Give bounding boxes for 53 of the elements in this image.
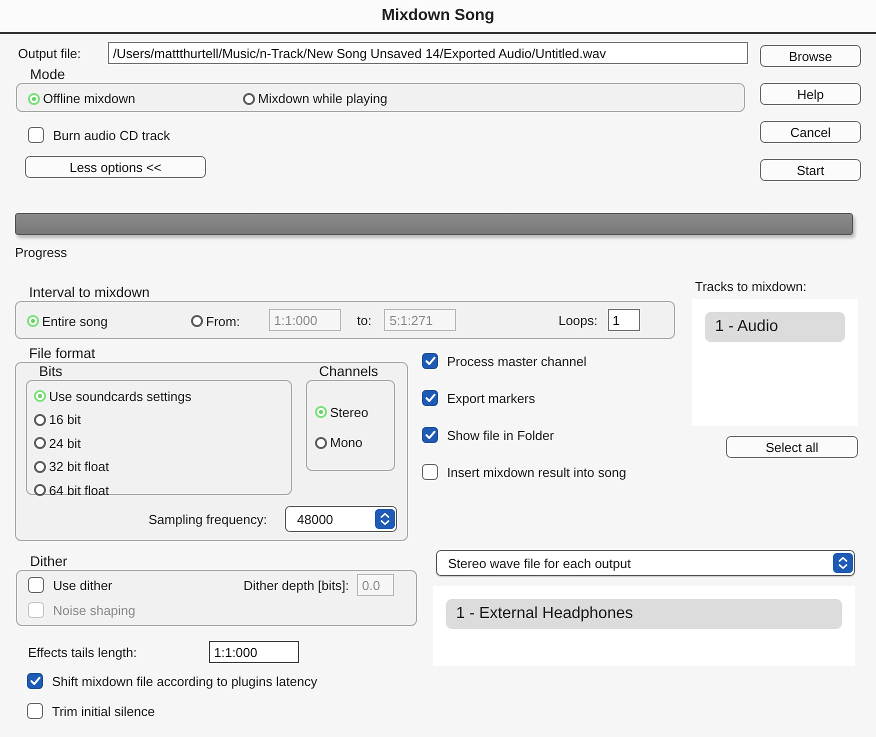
window-title: Mixdown Song bbox=[382, 7, 494, 25]
checkbox[interactable]: Burn audio CD track bbox=[28, 127, 170, 143]
radio-option[interactable]: Entire song bbox=[27, 314, 108, 329]
checkbox[interactable]: Shift mixdown file according to plugins latency bbox=[27, 673, 318, 689]
radio-option[interactable]: Offline mixdown bbox=[28, 91, 136, 106]
channels-heading: Channels bbox=[319, 363, 380, 380]
radio-option[interactable]: 24 bit bbox=[34, 434, 81, 452]
loops-label: Loops: bbox=[558, 312, 598, 328]
checkbox[interactable]: Use dither bbox=[28, 577, 112, 593]
dialog-button[interactable]: Start bbox=[760, 159, 861, 181]
stepper-icon bbox=[375, 509, 395, 529]
to-label: to: bbox=[357, 312, 372, 328]
output-item[interactable]: 1 - External Headphones bbox=[446, 599, 842, 629]
radio-option[interactable]: Mono bbox=[315, 435, 363, 450]
bits-heading: Bits bbox=[39, 363, 64, 380]
track-item[interactable]: 1 - Audio bbox=[705, 312, 845, 342]
check-icon bbox=[30, 676, 40, 686]
check-icon bbox=[424, 430, 436, 440]
output-file-field[interactable]: /Users/mattthurtell/Music/n-Track/New Song Unsaved 14/Exported Audio/Untitled.wav bbox=[108, 42, 748, 64]
effects-tails-field[interactable]: 1:1:000 bbox=[209, 641, 299, 663]
dither-depth-label: Dither depth [bits]: bbox=[244, 578, 349, 592]
stepper-icon bbox=[833, 553, 853, 573]
radio-option[interactable]: Use soundcards settings bbox=[34, 386, 192, 406]
output-file-label: Output file: bbox=[17, 46, 82, 60]
dither-heading: Dither bbox=[30, 553, 68, 570]
less-options-button[interactable]: Less options << bbox=[25, 156, 206, 178]
checkbox[interactable]: Show file in Folder bbox=[422, 427, 554, 443]
dialog-button[interactable]: Browse bbox=[760, 45, 861, 67]
sampling-frequency-label: Sampling frequency: bbox=[148, 512, 267, 526]
dialog-button[interactable]: Cancel bbox=[760, 121, 861, 143]
radio-option[interactable]: Stereo bbox=[315, 404, 368, 420]
mode-heading: Mode bbox=[30, 66, 66, 83]
tracks-heading: Tracks to mixdown: bbox=[694, 279, 808, 294]
checkbox[interactable]: Export markers bbox=[422, 390, 536, 406]
radio-option[interactable]: 16 bit bbox=[34, 410, 81, 429]
checkbox[interactable]: Trim initial silence bbox=[27, 703, 155, 719]
radio-option[interactable]: 32 bit float bbox=[34, 457, 109, 476]
checkbox[interactable]: Process master channel bbox=[422, 353, 586, 369]
sampling-frequency-select[interactable]: 48000 bbox=[285, 506, 397, 532]
loops-field[interactable]: 1 bbox=[608, 309, 640, 331]
effects-tails-label: Effects tails length: bbox=[28, 644, 138, 660]
check-icon bbox=[424, 393, 436, 403]
radio-option[interactable]: 64 bit float bbox=[34, 480, 109, 500]
select-all-button[interactable]: Select all bbox=[726, 436, 858, 458]
output-mode-select[interactable]: Stereo wave file for each output bbox=[436, 550, 855, 576]
file-format-heading: File format bbox=[29, 345, 96, 362]
check-icon bbox=[424, 356, 436, 366]
radio-option[interactable]: Mixdown while playing bbox=[243, 91, 388, 106]
dialog-button[interactable]: Help bbox=[760, 83, 861, 105]
interval-heading: Interval to mixdown bbox=[29, 284, 151, 301]
radio-option[interactable]: From: bbox=[191, 314, 240, 329]
checkbox[interactable]: Insert mixdown result into song bbox=[422, 464, 626, 480]
progress-label: Progress bbox=[15, 245, 68, 260]
